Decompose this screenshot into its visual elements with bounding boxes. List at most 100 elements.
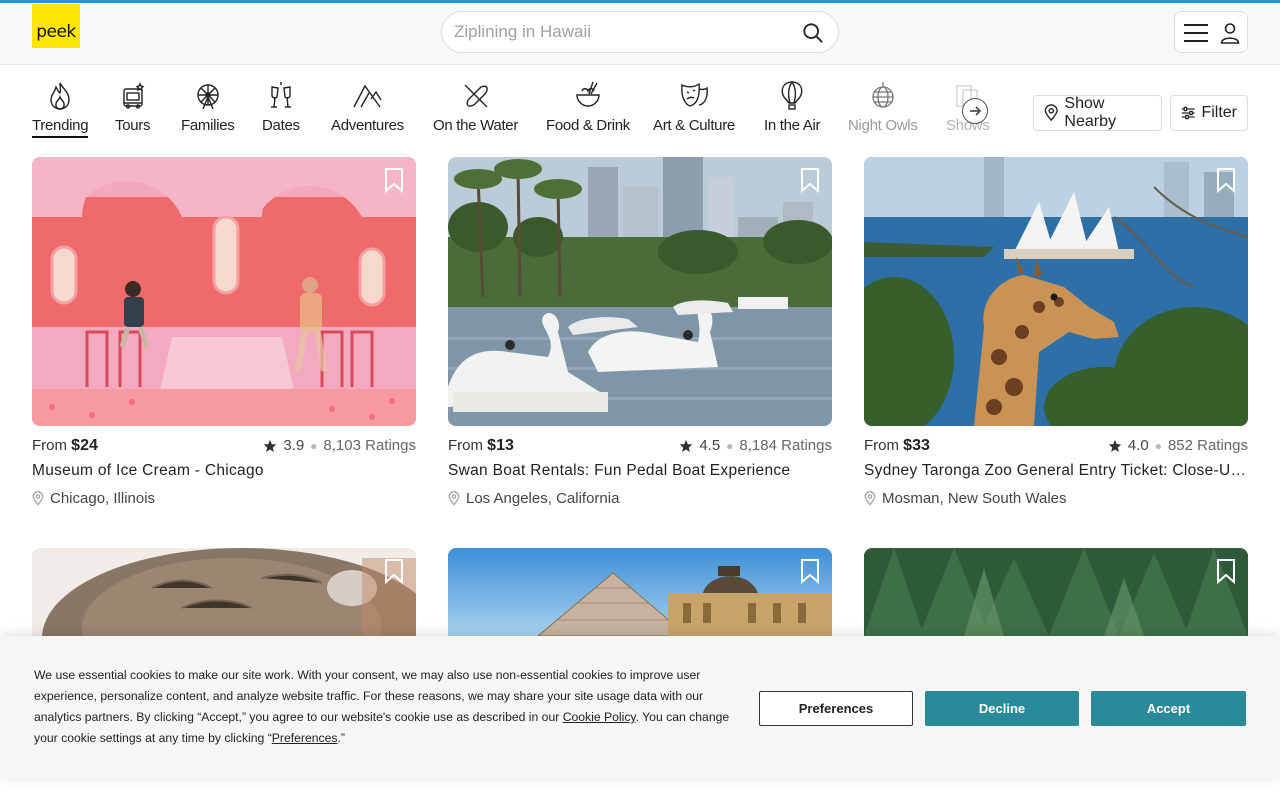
listing-location: Chicago, Illinois xyxy=(32,490,155,507)
listing-title[interactable]: Swan Boat Rentals: Fun Pedal Boat Experi… xyxy=(448,462,832,480)
price-prefix: From xyxy=(864,437,899,454)
listing-rating: 4.5 ● 8,184 Ratings xyxy=(679,437,832,454)
category-trending[interactable]: Trending xyxy=(32,80,89,142)
category-families[interactable]: Families xyxy=(181,80,235,142)
listing-price: From $13 xyxy=(448,437,514,455)
bookmark-icon[interactable] xyxy=(1216,558,1236,584)
rating-value: 4.0 xyxy=(1127,437,1149,454)
cookie-preferences-button[interactable]: Preferences xyxy=(759,691,913,726)
category-label: On the Water xyxy=(433,117,519,134)
category-label: Adventures xyxy=(331,117,404,134)
category-label: In the Air xyxy=(764,117,821,134)
map-pin-icon xyxy=(1044,104,1058,122)
separator-dot: ● xyxy=(726,438,734,453)
category-scroll-next-button[interactable] xyxy=(962,98,988,124)
price-prefix: From xyxy=(32,437,67,454)
location-pin-icon xyxy=(448,491,460,506)
listing-image[interactable] xyxy=(448,157,832,426)
listing-image[interactable] xyxy=(448,548,832,636)
ratings-count: 8,184 Ratings xyxy=(739,437,832,454)
price-value: $33 xyxy=(903,437,930,454)
category-label: Families xyxy=(181,117,235,134)
rating-value: 3.9 xyxy=(283,437,305,454)
location-pin-icon xyxy=(864,491,876,506)
category-in-the-air[interactable]: In the Air xyxy=(764,80,821,142)
category-label: Trending xyxy=(32,117,89,138)
listing-image[interactable] xyxy=(32,548,416,636)
listing-price: From $33 xyxy=(864,437,930,455)
listing-card[interactable] xyxy=(448,548,832,636)
location-text: Chicago, Illinois xyxy=(50,490,156,507)
mountain-icon xyxy=(353,84,383,108)
ratings-count: 8,103 Ratings xyxy=(323,437,416,454)
category-art-culture[interactable]: Art & Culture xyxy=(653,80,735,142)
listing-title[interactable]: Museum of Ice Cream - Chicago xyxy=(32,462,416,480)
category-tours[interactable]: Tours xyxy=(115,80,150,142)
category-adventures[interactable]: Adventures xyxy=(331,80,404,142)
category-food-drink[interactable]: Food & Drink xyxy=(546,80,630,142)
arrow-right-icon xyxy=(970,106,982,116)
listing-location: Mosman, New South Wales xyxy=(864,490,1067,507)
listing-image[interactable] xyxy=(864,157,1248,426)
listing-image[interactable] xyxy=(864,548,1248,636)
cookie-preferences-link[interactable]: Preferences xyxy=(272,731,338,745)
show-nearby-button[interactable]: Show Nearby xyxy=(1033,95,1162,131)
cookie-text-part: .” xyxy=(337,731,345,745)
hot-air-balloon-icon xyxy=(781,81,803,110)
category-on-the-water[interactable]: On the Water xyxy=(433,80,518,142)
star-icon xyxy=(264,439,277,452)
category-night-owls[interactable]: Night Owls xyxy=(848,80,918,142)
bookmark-icon[interactable] xyxy=(800,167,820,193)
cookie-consent-banner: We use essential cookies to make our sit… xyxy=(0,636,1280,780)
rating-value: 4.5 xyxy=(699,437,721,454)
location-text: Los Angeles, California xyxy=(466,490,620,507)
page-bottom xyxy=(0,780,1280,800)
hamburger-menu-icon xyxy=(1184,24,1208,42)
bookmark-icon[interactable] xyxy=(800,558,820,584)
disco-ball-icon xyxy=(872,82,894,108)
price-value: $13 xyxy=(487,437,514,454)
separator-dot: ● xyxy=(1154,438,1162,453)
listing-card[interactable] xyxy=(864,548,1248,636)
sliders-icon xyxy=(1181,106,1195,120)
listing-rating: 3.9 ● 8,103 Ratings xyxy=(263,437,416,454)
champagne-glasses-icon xyxy=(270,82,291,108)
paddle-icon xyxy=(464,84,488,108)
cookie-accept-button[interactable]: Accept xyxy=(1091,691,1246,726)
theater-mask-icon xyxy=(681,82,708,107)
category-label: Night Owls xyxy=(848,117,918,134)
cookie-policy-link[interactable]: Cookie Policy xyxy=(563,710,636,724)
category-nav: Trending Tours Families Dates Adventures… xyxy=(0,80,1000,144)
filter-button[interactable]: Filter xyxy=(1170,95,1248,131)
flame-icon xyxy=(50,82,70,110)
price-prefix: From xyxy=(448,437,483,454)
listing-card[interactable] xyxy=(32,548,416,636)
bookmark-icon[interactable] xyxy=(384,167,404,193)
location-text: Mosman, New South Wales xyxy=(882,490,1067,507)
cookie-decline-button[interactable]: Decline xyxy=(925,691,1079,726)
peek-logo[interactable]: peek xyxy=(32,4,80,48)
account-menu-button[interactable] xyxy=(1174,11,1248,53)
star-icon xyxy=(1108,439,1122,452)
price-value: $24 xyxy=(71,437,98,454)
category-label: Tours xyxy=(115,117,151,134)
listing-rating: 4.0 ● 852 Ratings xyxy=(1108,437,1248,454)
listing-location: Los Angeles, California xyxy=(448,490,619,507)
listing-image[interactable] xyxy=(32,157,416,426)
separator-dot: ● xyxy=(310,438,318,453)
bookmark-icon[interactable] xyxy=(384,558,404,584)
listing-price: From $24 xyxy=(32,437,98,455)
bus-icon xyxy=(122,82,144,109)
site-header: peek xyxy=(0,3,1280,65)
search-input[interactable] xyxy=(454,21,794,43)
ferris-wheel-icon xyxy=(197,84,219,110)
category-dates[interactable]: Dates xyxy=(262,80,300,142)
show-nearby-label: Show Nearby xyxy=(1064,95,1116,130)
category-label: Art & Culture xyxy=(653,117,735,134)
listing-title[interactable]: Sydney Taronga Zoo General Entry Ticket:… xyxy=(864,462,1248,480)
search-icon[interactable] xyxy=(802,22,824,44)
cookie-consent-text: We use essential cookies to make our sit… xyxy=(34,665,734,749)
location-pin-icon xyxy=(32,491,44,506)
bookmark-icon[interactable] xyxy=(1216,167,1236,193)
search-bar[interactable] xyxy=(441,11,839,53)
